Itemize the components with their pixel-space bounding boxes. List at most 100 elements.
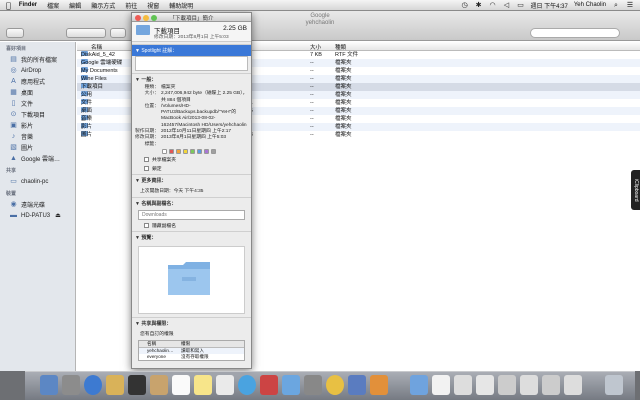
spotlight-icon[interactable]: ⌕	[612, 2, 620, 9]
document7-dock-icon[interactable]	[564, 375, 582, 395]
pictures-icon: ▧	[10, 144, 17, 151]
shared-folder-checkbox[interactable]: 共享檔案夾	[144, 156, 251, 163]
spotlight-comment-field[interactable]	[135, 56, 248, 71]
eject-icon[interactable]: ⏏	[55, 212, 61, 219]
row-kind: 檔案夾	[335, 68, 352, 74]
section-general[interactable]: ▼ 一般：	[132, 73, 251, 85]
sidebar-item-music[interactable]: ♪ 音樂	[0, 131, 75, 142]
google-drive-icon: ▲	[10, 155, 17, 162]
column-name[interactable]: 名稱	[91, 43, 102, 51]
menubar-user[interactable]: Yeh Chaolin	[574, 2, 606, 8]
section-spotlight[interactable]: ▼ Spotlight 註解：	[132, 44, 251, 56]
apple-menu-icon[interactable]: 	[6, 1, 11, 10]
calendar-dock-icon[interactable]	[172, 375, 190, 395]
tag-color-swatch[interactable]	[197, 148, 202, 154]
document6-dock-icon[interactable]	[542, 375, 560, 395]
tag-color-swatch[interactable]	[176, 148, 181, 154]
battery-icon[interactable]: ▭	[517, 2, 525, 9]
menu-bar:  Finder 檔案 編輯 顯示方式 前往 視窗 輔助說明 ◷ ✱ ◠ ◁ ▭…	[0, 0, 640, 11]
contacts-dock-icon[interactable]	[150, 375, 168, 395]
trash-dock-icon[interactable]	[605, 375, 623, 395]
sidebar-item-pictures[interactable]: ▧ 圖片	[0, 142, 75, 153]
clipboard-tab[interactable]: iClipboard	[631, 170, 640, 210]
finder-path-title: yehchaolin	[305, 20, 335, 26]
facetime-dock-icon[interactable]	[128, 375, 146, 395]
sidebar-item-airdrop[interactable]: ◎ AirDrop	[0, 65, 75, 76]
bluetooth-icon[interactable]: ✱	[475, 2, 483, 9]
finder-dock-icon[interactable]	[40, 375, 58, 395]
tag-color-swatch[interactable]	[190, 148, 195, 154]
row-kind: 檔案夾	[335, 116, 352, 122]
downloads-stack-dock-icon[interactable]	[410, 375, 428, 395]
chrome-dock-icon[interactable]	[326, 375, 344, 395]
notification-center-icon[interactable]: ☰	[626, 2, 634, 9]
name-field[interactable]: Downloads	[138, 209, 245, 220]
itunes-dock-icon[interactable]	[238, 375, 256, 395]
remote-disc-icon: ◉	[10, 201, 17, 208]
finder-window: Google yehchaolin 喜好項目 ▤ 我的所有檔案 ◎ AirDrop …	[0, 11, 640, 371]
search-input[interactable]	[530, 28, 620, 38]
back-forward-button[interactable]	[6, 28, 24, 38]
sidebar-item-downloads[interactable]: ⊙ 下載項目	[0, 109, 75, 120]
section-more-info[interactable]: ▼ 更多資訊：	[132, 173, 251, 186]
document4-dock-icon[interactable]	[498, 375, 516, 395]
document5-dock-icon[interactable]	[520, 375, 538, 395]
sidebar-item-remote-disc[interactable]: ◉ 遠端光碟	[0, 199, 75, 210]
menu-edit[interactable]: 編輯	[69, 1, 81, 10]
view-mode-buttons[interactable]	[66, 28, 106, 38]
section-name-ext[interactable]: ▼ 名稱與副檔名：	[132, 196, 251, 209]
section-preview[interactable]: ▼ 預覽：	[132, 230, 251, 243]
sidebar-item-google-drive[interactable]: ▲ Google 雲端…	[0, 153, 75, 164]
volume-icon[interactable]: ◁	[503, 2, 511, 9]
menu-view[interactable]: 顯示方式	[91, 1, 115, 10]
sidebar-item-hd-patu3[interactable]: ▬ HD-PATU3 ⏏	[0, 210, 75, 221]
document-dock-icon[interactable]	[432, 375, 450, 395]
system-preferences-dock-icon[interactable]	[304, 375, 322, 395]
locked-checkbox[interactable]: 鎖定	[144, 165, 251, 172]
table-row[interactable]: everyone 沒有存取權限	[139, 354, 244, 360]
sidebar-item-movies[interactable]: ▣ 影片	[0, 120, 75, 131]
menu-file[interactable]: 檔案	[47, 1, 59, 10]
app2-dock-icon[interactable]	[370, 375, 388, 395]
time-machine-icon[interactable]: ◷	[461, 2, 469, 9]
menubar-clock[interactable]: 週日 下午4:37	[531, 1, 568, 10]
menu-go[interactable]: 前往	[125, 1, 137, 10]
menu-help[interactable]: 輔助說明	[169, 1, 193, 10]
permissions-table: 名稱 權限 yehchaolin… 讀取和寫入 everyone 沒有存取權限	[138, 339, 245, 361]
notes-dock-icon[interactable]	[194, 375, 212, 395]
tag-colors	[162, 148, 251, 154]
appstore-dock-icon[interactable]	[282, 375, 300, 395]
tag-color-swatch[interactable]	[169, 148, 174, 154]
sidebar-item-label: HD-PATU3	[21, 212, 51, 219]
menu-app[interactable]: Finder	[19, 2, 37, 8]
reminders-dock-icon[interactable]	[216, 375, 234, 395]
tag-color-swatch[interactable]	[204, 148, 209, 154]
row-size: --	[310, 132, 314, 138]
sidebar-item-label: 桌面	[21, 91, 34, 97]
row-kind: RTF 文件	[335, 52, 359, 58]
arrange-button[interactable]	[110, 28, 126, 38]
wifi-icon[interactable]: ◠	[489, 2, 497, 9]
menu-window[interactable]: 視窗	[147, 1, 159, 10]
section-sharing[interactable]: ▼ 共享與權限：	[132, 316, 251, 329]
mail-dock-icon[interactable]	[106, 375, 124, 395]
launchpad-dock-icon[interactable]	[62, 375, 80, 395]
photobooth-dock-icon[interactable]	[260, 375, 278, 395]
document2-dock-icon[interactable]	[454, 375, 472, 395]
app-dock-icon[interactable]	[348, 375, 366, 395]
column-kind[interactable]: 種類	[335, 43, 346, 51]
tag-color-swatch[interactable]	[162, 148, 167, 154]
sidebar-item-all-files[interactable]: ▤ 我的所有檔案	[0, 54, 75, 65]
info-modified: 修改日期：2013年8月1日 上午5:03	[154, 35, 229, 40]
column-size[interactable]: 大小	[310, 43, 321, 51]
info-row: 位置：/Volumes/HD-PATU3/Backups.backupdb/"Y…	[144, 103, 247, 128]
tag-color-swatch[interactable]	[183, 148, 188, 154]
sidebar-item-documents[interactable]: ▯ 文件	[0, 98, 75, 109]
hide-extension-checkbox[interactable]: 隱藏副檔名	[144, 222, 251, 229]
sidebar-item-applications[interactable]: A 應用程式	[0, 76, 75, 87]
tag-color-swatch[interactable]	[211, 148, 216, 154]
document3-dock-icon[interactable]	[476, 375, 494, 395]
sidebar-item-desktop[interactable]: ▦ 桌面	[0, 87, 75, 98]
sidebar-item-pc[interactable]: ▭ chaolin-pc	[0, 176, 75, 187]
safari-dock-icon[interactable]	[84, 375, 102, 395]
